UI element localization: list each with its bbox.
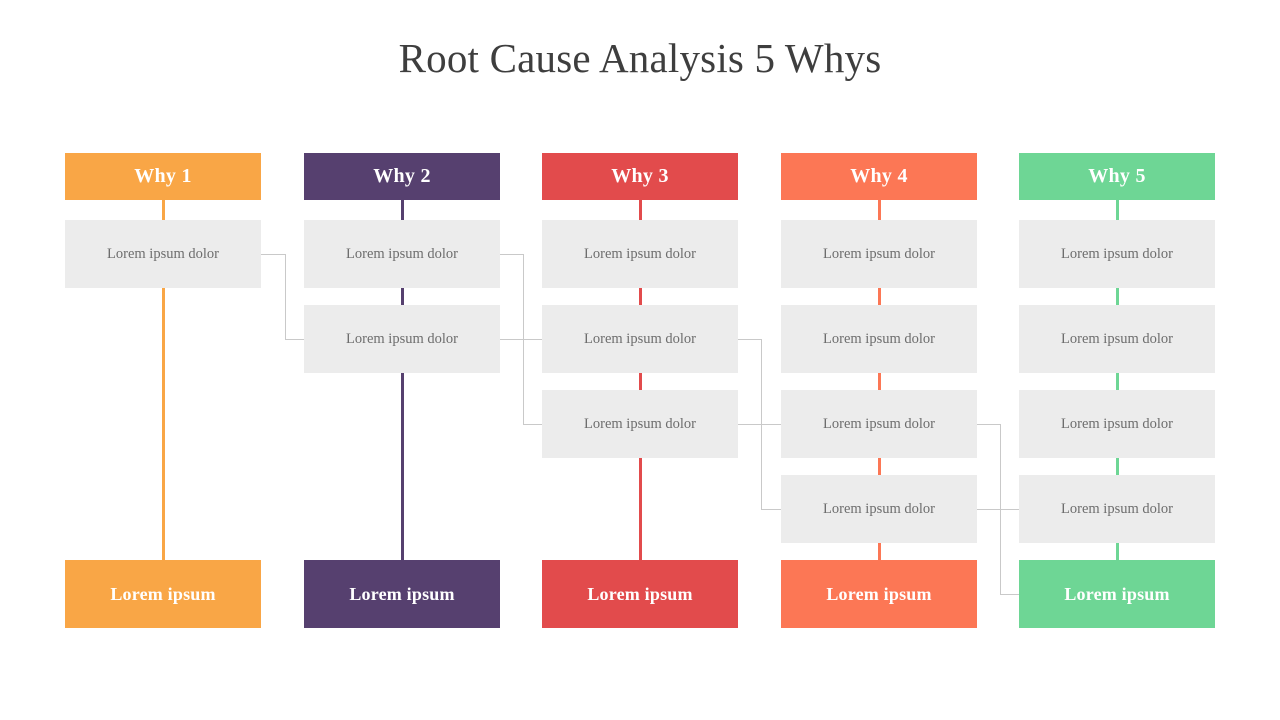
cell-why-4-row-2[interactable]: Lorem ipsum dolor bbox=[781, 305, 977, 373]
connector-segment-horizontal bbox=[977, 509, 1000, 510]
connector-segment-vertical bbox=[523, 339, 524, 424]
cell-why-4-row-1[interactable]: Lorem ipsum dolor bbox=[781, 220, 977, 288]
connector-segment-horizontal bbox=[738, 339, 761, 340]
header-why-1[interactable]: Why 1 bbox=[65, 153, 261, 200]
column-why-1: Why 1 Lorem ipsum dolor Lorem ipsum bbox=[65, 0, 261, 720]
column-why-4: Why 4 Lorem ipsum dolor Lorem ipsum dolor L… bbox=[781, 0, 977, 720]
spine-segment-why-4 bbox=[878, 373, 881, 390]
spine-segment-why-5 bbox=[1116, 543, 1119, 560]
spine-segment-why-4 bbox=[878, 288, 881, 305]
cell-why-4-row-3[interactable]: Lorem ipsum dolor bbox=[781, 390, 977, 458]
spine-segment-why-5 bbox=[1116, 288, 1119, 305]
connector-segment-vertical bbox=[523, 254, 524, 339]
root-cause-why-3[interactable]: Lorem ipsum bbox=[542, 560, 738, 628]
cell-why-5-row-3[interactable]: Lorem ipsum dolor bbox=[1019, 390, 1215, 458]
spine-segment-why-5 bbox=[1116, 458, 1119, 475]
header-why-5[interactable]: Why 5 bbox=[1019, 153, 1215, 200]
spine-segment-why-3 bbox=[639, 200, 642, 220]
cell-why-3-row-2[interactable]: Lorem ipsum dolor bbox=[542, 305, 738, 373]
spine-segment-why-1 bbox=[162, 200, 165, 220]
root-cause-why-1[interactable]: Lorem ipsum bbox=[65, 560, 261, 628]
column-why-5: Why 5 Lorem ipsum dolor Lorem ipsum dolor L… bbox=[1019, 0, 1215, 720]
connector-segment-horizontal bbox=[523, 424, 542, 425]
spine-segment-why-2 bbox=[401, 200, 404, 220]
spine-segment-why-4 bbox=[878, 458, 881, 475]
connector-segment-vertical bbox=[1000, 509, 1001, 594]
connector-segment-horizontal bbox=[285, 339, 304, 340]
root-cause-why-4[interactable]: Lorem ipsum bbox=[781, 560, 977, 628]
spine-segment-why-4 bbox=[878, 543, 881, 560]
connector-segment-horizontal bbox=[500, 339, 523, 340]
connector-segment-vertical bbox=[1000, 424, 1001, 509]
connector-segment-horizontal bbox=[1000, 594, 1019, 595]
connector-segment-horizontal bbox=[1000, 509, 1019, 510]
column-why-3: Why 3 Lorem ipsum dolor Lorem ipsum dolor L… bbox=[542, 0, 738, 720]
spine-segment-why-3 bbox=[639, 373, 642, 390]
connector-segment-horizontal bbox=[523, 339, 542, 340]
cell-why-5-row-2[interactable]: Lorem ipsum dolor bbox=[1019, 305, 1215, 373]
spine-segment-why-5 bbox=[1116, 373, 1119, 390]
header-why-4[interactable]: Why 4 bbox=[781, 153, 977, 200]
spine-segment-why-2 bbox=[401, 373, 404, 560]
slide-canvas: Root Cause Analysis 5 Whys Why 1 Lorem ip… bbox=[0, 0, 1280, 720]
column-why-2: Why 2 Lorem ipsum dolor Lorem ipsum dolor L… bbox=[304, 0, 500, 720]
connector-segment-horizontal bbox=[738, 424, 761, 425]
root-cause-why-2[interactable]: Lorem ipsum bbox=[304, 560, 500, 628]
cell-why-1-row-1[interactable]: Lorem ipsum dolor bbox=[65, 220, 261, 288]
connector-segment-vertical bbox=[761, 339, 762, 424]
spine-segment-why-3 bbox=[639, 458, 642, 560]
cell-why-4-row-4[interactable]: Lorem ipsum dolor bbox=[781, 475, 977, 543]
connector-segment-horizontal bbox=[500, 254, 523, 255]
spine-segment-why-5 bbox=[1116, 200, 1119, 220]
connector-segment-horizontal bbox=[977, 424, 1000, 425]
connector-segment-vertical bbox=[761, 424, 762, 509]
spine-segment-why-2 bbox=[401, 288, 404, 305]
cell-why-3-row-3[interactable]: Lorem ipsum dolor bbox=[542, 390, 738, 458]
spine-segment-why-1 bbox=[162, 288, 165, 560]
cell-why-5-row-4[interactable]: Lorem ipsum dolor bbox=[1019, 475, 1215, 543]
connector-segment-horizontal bbox=[761, 509, 781, 510]
cell-why-5-row-1[interactable]: Lorem ipsum dolor bbox=[1019, 220, 1215, 288]
header-why-3[interactable]: Why 3 bbox=[542, 153, 738, 200]
spine-segment-why-3 bbox=[639, 288, 642, 305]
connector-segment-horizontal bbox=[761, 424, 781, 425]
spine-segment-why-4 bbox=[878, 200, 881, 220]
cell-why-2-row-1[interactable]: Lorem ipsum dolor bbox=[304, 220, 500, 288]
connector-segment-vertical bbox=[285, 254, 286, 339]
connector-segment-horizontal bbox=[261, 254, 285, 255]
header-why-2[interactable]: Why 2 bbox=[304, 153, 500, 200]
cell-why-2-row-2[interactable]: Lorem ipsum dolor bbox=[304, 305, 500, 373]
root-cause-why-5[interactable]: Lorem ipsum bbox=[1019, 560, 1215, 628]
cell-why-3-row-1[interactable]: Lorem ipsum dolor bbox=[542, 220, 738, 288]
